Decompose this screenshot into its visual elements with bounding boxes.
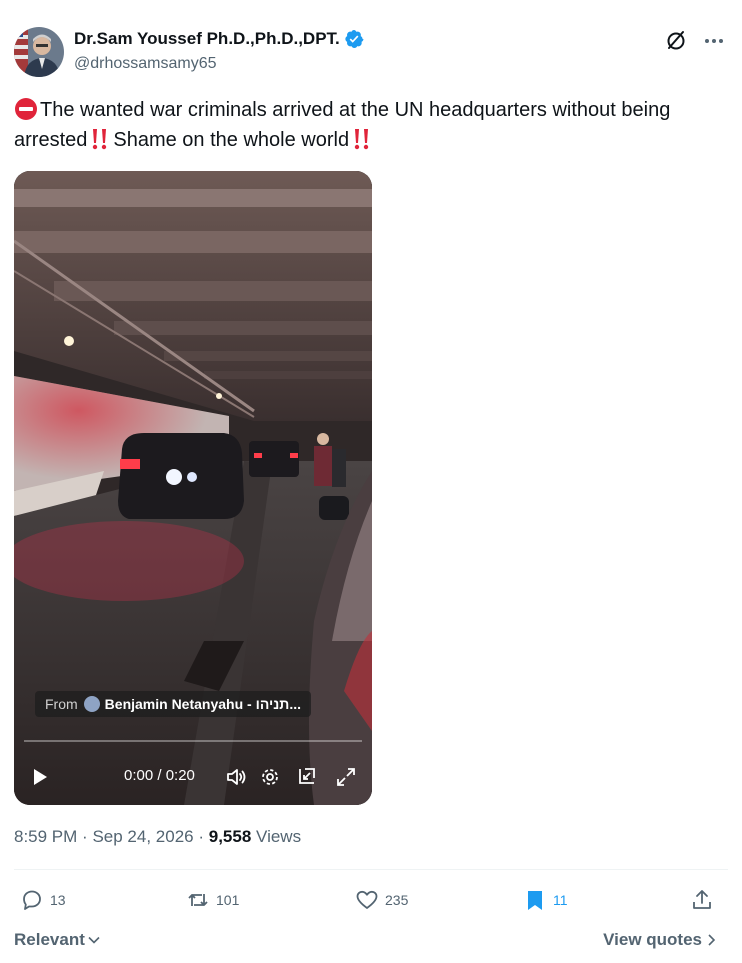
views-label: Views <box>256 827 302 846</box>
settings-gear-icon[interactable] <box>259 766 281 788</box>
tweet-meta: 8:59 PM · Sep 24, 2026 · 9,558 Views <box>14 827 301 847</box>
video-progress-bar[interactable] <box>24 740 362 742</box>
like-count: 235 <box>385 892 409 908</box>
tweet-text-part2: Shame on the whole world <box>113 129 350 151</box>
video-controls: 0:00 / 0:20 <box>14 763 372 791</box>
double-exclamation-emoji-icon <box>354 129 369 150</box>
picture-in-picture-icon[interactable] <box>295 766 317 788</box>
video-time: 0:00 / 0:20 <box>124 767 195 784</box>
heart-icon <box>356 890 378 909</box>
meta-separator: · <box>82 827 88 846</box>
display-name[interactable]: Dr.Sam Youssef Ph.D.,Ph.D.,DPT. <box>74 29 340 49</box>
fullscreen-icon[interactable] <box>335 766 357 788</box>
chevron-right-icon <box>708 934 716 946</box>
views-count: 9,558 <box>208 827 252 846</box>
attribution-prefix: From <box>45 696 78 712</box>
repost-count: 101 <box>216 892 240 908</box>
video-player[interactable]: From Benjamin Netanyahu - תניהו... 0:00 … <box>14 171 372 805</box>
like-button[interactable]: 235 <box>355 888 408 912</box>
more-options-icon[interactable] <box>702 29 726 53</box>
bookmark-count: 11 <box>553 892 568 908</box>
bookmark-icon <box>528 891 542 910</box>
divider <box>14 869 728 870</box>
author-handle[interactable]: @drhossamsamy65 <box>74 55 217 73</box>
volume-icon[interactable] <box>225 766 247 788</box>
share-button[interactable] <box>690 888 720 912</box>
tweet-header: Dr.Sam Youssef Ph.D.,Ph.D.,DPT. @drhossa… <box>14 27 728 77</box>
sort-label: Relevant <box>14 930 85 949</box>
bookmark-button[interactable]: 11 <box>523 888 568 912</box>
share-icon <box>693 890 711 909</box>
tweet-time[interactable]: 8:59 PM <box>14 827 77 846</box>
view-quotes-link[interactable]: View quotes <box>603 930 718 950</box>
play-icon[interactable] <box>30 767 50 787</box>
tweet-date[interactable]: Sep 24, 2026 <box>92 827 193 846</box>
no-entry-emoji-icon <box>15 98 37 120</box>
attribution-name: Benjamin Netanyahu - תניהו... <box>104 696 301 712</box>
repost-icon <box>188 894 208 906</box>
reply-icon <box>23 890 41 910</box>
avatar[interactable] <box>14 27 64 77</box>
double-exclamation-emoji-icon <box>93 129 107 150</box>
tweet-text: The wanted war criminals arrived at the … <box>14 95 714 155</box>
reply-button[interactable]: 13 <box>20 888 66 912</box>
chevron-down-icon <box>88 936 100 944</box>
reply-count: 13 <box>50 892 66 908</box>
video-attribution[interactable]: From Benjamin Netanyahu - תניהו... <box>35 691 311 717</box>
view-quotes-label: View quotes <box>603 930 702 949</box>
repost-button[interactable]: 101 <box>186 888 239 912</box>
grok-icon[interactable] <box>664 29 688 53</box>
verified-badge-icon <box>345 30 364 48</box>
attribution-avatar <box>83 696 100 712</box>
action-bar: 13 101 235 11 <box>14 888 728 916</box>
sort-replies-button[interactable]: Relevant <box>14 930 101 950</box>
meta-separator: · <box>198 827 205 846</box>
